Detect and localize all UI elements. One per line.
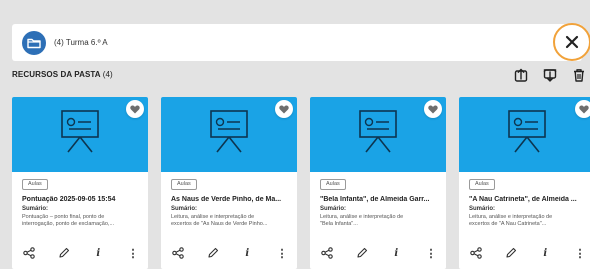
- share-button[interactable]: [467, 244, 485, 262]
- card-summary-line: Leitura, análise e interpretação de: [469, 214, 553, 220]
- card-title[interactable]: Pontuação 2025-09-05 15:54: [22, 196, 144, 203]
- card-summary-line: Leitura, análise e interpretação de: [171, 214, 255, 220]
- heart-icon: [279, 105, 289, 113]
- section-title: RECURSOS DA PASTA (4): [12, 70, 113, 79]
- share-button[interactable]: [318, 244, 336, 262]
- more-button[interactable]: ⋮: [571, 244, 589, 262]
- edit-button[interactable]: [55, 244, 73, 262]
- card-summary-line: "Bela Infanta"...: [320, 221, 358, 227]
- more-icon: ⋮: [276, 247, 288, 260]
- card-actions: i ⋮: [169, 244, 291, 262]
- heart-icon: [428, 105, 438, 113]
- folder-header: (4) Turma 6.º A: [12, 24, 582, 61]
- card-actions: i ⋮: [467, 244, 589, 262]
- more-icon: ⋮: [574, 247, 586, 260]
- more-button[interactable]: ⋮: [124, 244, 142, 262]
- info-button[interactable]: i: [387, 244, 405, 262]
- card-summary-line: excertos de "As Naus de Verde Pinho...: [171, 221, 268, 227]
- card-summary-label: Sumário:: [469, 206, 496, 212]
- share-icon: [23, 247, 35, 259]
- presentation-board-icon: [508, 110, 546, 153]
- edit-icon: [208, 247, 218, 258]
- edit-button[interactable]: [502, 244, 520, 262]
- resource-card[interactable]: Aulas Pontuação 2025-09-05 15:54 Sumário…: [12, 97, 148, 269]
- resource-card[interactable]: Aulas As Naus de Verde Pinho, de Ma... S…: [161, 97, 297, 269]
- info-button[interactable]: i: [536, 244, 554, 262]
- card-summary-label: Sumário:: [171, 206, 198, 212]
- delete-button[interactable]: [570, 66, 588, 84]
- edit-icon: [506, 247, 516, 258]
- card-summary-label: Sumário:: [22, 206, 49, 212]
- download-button[interactable]: [541, 66, 559, 84]
- download-icon: [543, 69, 557, 82]
- more-button[interactable]: ⋮: [422, 244, 440, 262]
- upload-icon: [514, 68, 528, 82]
- heart-icon: [579, 105, 589, 113]
- section-title-label: RECURSOS DA PASTA: [12, 70, 101, 79]
- resource-card[interactable]: Aulas "A Nau Catrineta", de Almeida ... …: [459, 97, 590, 269]
- info-button[interactable]: i: [238, 244, 256, 262]
- presentation-board-icon: [359, 110, 397, 153]
- card-title[interactable]: As Naus de Verde Pinho, de Ma...: [171, 196, 293, 203]
- card-thumbnail[interactable]: [161, 97, 297, 172]
- card-tag: Aulas: [22, 179, 48, 190]
- card-summary-line: interrogação, ponto de exclamação,...: [22, 221, 115, 227]
- card-title[interactable]: "Bela Infanta", de Almeida Garr...: [320, 196, 442, 203]
- favorite-button[interactable]: [424, 100, 442, 118]
- card-summary-line: excertos de "A Nau Catrineta"...: [469, 221, 547, 227]
- info-button[interactable]: i: [89, 244, 107, 262]
- card-summary: Leitura, análise e interpretação de exce…: [171, 214, 291, 228]
- section-count: (4): [102, 70, 113, 79]
- card-actions: i ⋮: [318, 244, 440, 262]
- share-icon: [470, 247, 482, 259]
- card-summary-line: Leitura, análise e interpretação de: [320, 214, 404, 220]
- upload-button[interactable]: [512, 66, 530, 84]
- card-summary: Leitura, análise e interpretação de "Bel…: [320, 214, 440, 228]
- favorite-button[interactable]: [126, 100, 144, 118]
- edit-button[interactable]: [353, 244, 371, 262]
- card-actions: i ⋮: [20, 244, 142, 262]
- card-title[interactable]: "A Nau Catrineta", de Almeida ...: [469, 196, 590, 203]
- more-button[interactable]: ⋮: [273, 244, 291, 262]
- edit-icon: [59, 247, 69, 258]
- card-thumbnail[interactable]: [459, 97, 590, 172]
- card-summary: Pontuação – ponto final, ponto de interr…: [22, 214, 142, 228]
- edit-button[interactable]: [204, 244, 222, 262]
- resource-card[interactable]: Aulas "Bela Infanta", de Almeida Garr...…: [310, 97, 446, 269]
- trash-icon: [574, 69, 584, 82]
- more-icon: ⋮: [127, 247, 139, 260]
- info-icon: i: [543, 247, 548, 259]
- close-button[interactable]: [553, 23, 590, 61]
- card-tag: Aulas: [171, 179, 197, 190]
- card-thumbnail[interactable]: [12, 97, 148, 172]
- info-icon: i: [96, 247, 101, 259]
- card-thumbnail[interactable]: [310, 97, 446, 172]
- close-icon: [565, 35, 579, 49]
- more-icon: ⋮: [425, 247, 437, 260]
- share-icon: [172, 247, 184, 259]
- presentation-board-icon: [61, 110, 99, 153]
- edit-icon: [357, 247, 367, 258]
- info-icon: i: [394, 247, 399, 259]
- share-button[interactable]: [20, 244, 38, 262]
- favorite-button[interactable]: [275, 100, 293, 118]
- card-summary-label: Sumário:: [320, 206, 347, 212]
- folder-name: (4) Turma 6.º A: [54, 38, 108, 47]
- folder-icon[interactable]: [22, 30, 46, 55]
- card-tag: Aulas: [320, 179, 346, 190]
- info-icon: i: [245, 247, 250, 259]
- presentation-board-icon: [210, 110, 248, 153]
- card-summary-line: Pontuação – ponto final, ponto de: [22, 214, 105, 220]
- card-summary: Leitura, análise e interpretação de exce…: [469, 214, 589, 228]
- favorite-button[interactable]: [575, 100, 590, 118]
- share-icon: [321, 247, 333, 259]
- share-button[interactable]: [169, 244, 187, 262]
- card-tag: Aulas: [469, 179, 495, 190]
- heart-icon: [130, 105, 140, 113]
